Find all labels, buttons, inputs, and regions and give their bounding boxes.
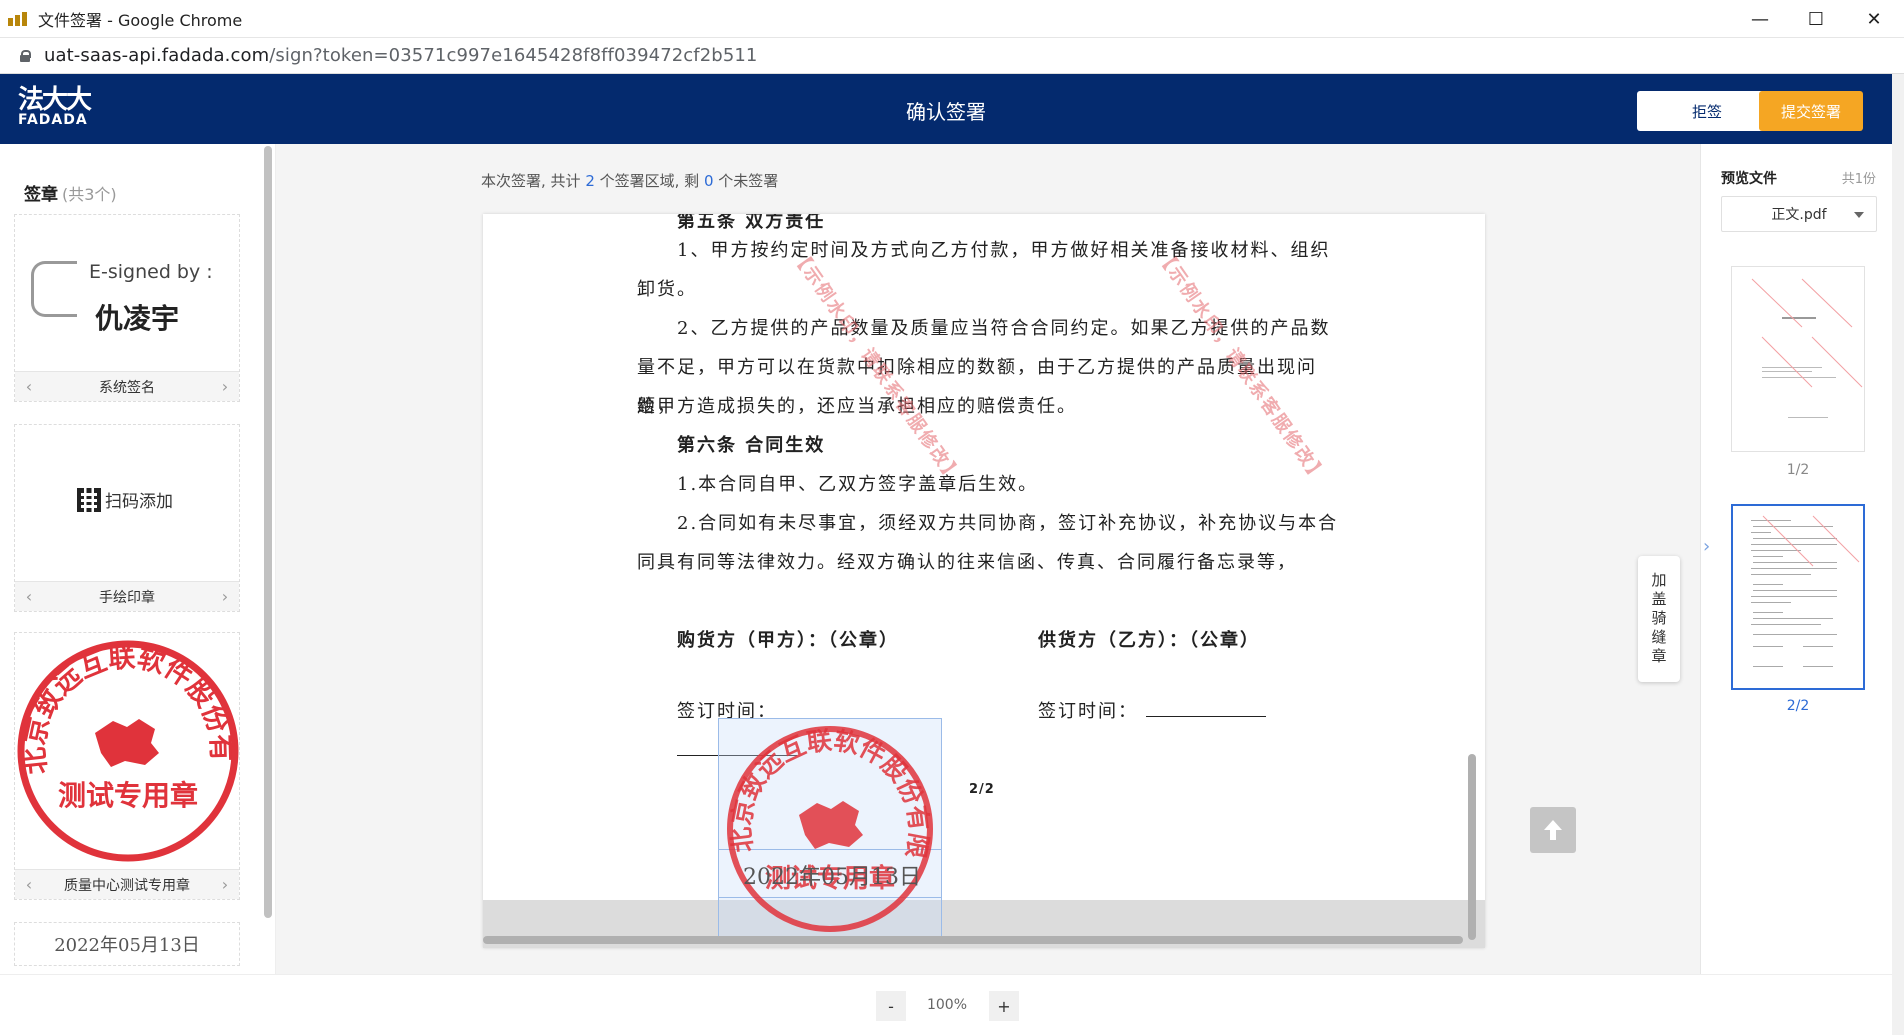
page-thumbnail-2[interactable] [1731,504,1865,690]
seal-card-label: 质量中心测试专用章 [64,877,190,894]
seal-card-quality-center[interactable]: 北京致远互联软件股份有限公司质量中心 测试专用章 ‹ 质量中心测试专用章 › [2,609,240,900]
seal-card-date[interactable]: 2022年05月13日 [14,922,240,966]
next-arrow-icon[interactable]: › [211,377,239,396]
doc-paragraph: 卸货。 [637,279,697,300]
file-select[interactable]: 正文.pdf [1721,196,1877,232]
chevron-down-icon [1854,212,1864,218]
minimize-icon[interactable]: — [1732,0,1788,38]
seal-panel-title: 签章 (共3个) [24,185,117,205]
page-scrollbar[interactable] [1892,74,1904,1035]
doc-seller-label: 供货方（乙方）：（公章） [1038,630,1260,651]
arrow-up-icon [1544,820,1562,840]
doc-paragraph: 给甲方造成损失的，还应当承担相应的赔偿责任。 [637,396,1077,417]
submit-sign-button[interactable]: 提交签署 [1759,91,1863,131]
zoom-out-button[interactable]: - [876,991,906,1021]
next-arrow-icon[interactable]: › [211,875,239,894]
document-vertical-scrollbar[interactable] [1468,754,1476,940]
doc-paragraph: 1.本合同自甲、乙双方签字盖章后生效。 [677,474,1039,495]
address-bar[interactable]: uat-saas-api.fadada.com/sign?token=03571… [0,38,1904,74]
scan-qr-add-button[interactable]: 扫码添加 [77,487,173,512]
doc-sign-time-seller: 签订时间： [1038,692,1298,731]
signature-date: 2022年05月13日 [743,865,921,890]
sign-summary: 本次签署, 共计 2 个签署区域, 剩 0 个未签署 [481,172,779,190]
window-title: 文件签署 - Google Chrome [38,10,243,30]
prev-arrow-icon[interactable]: ‹ [15,875,43,894]
qr-code-icon [77,487,101,512]
url-text[interactable]: uat-saas-api.fadada.com/sign?token=03571… [44,45,757,66]
seal-card-system-signature[interactable]: E-signed by : 仇凌宇 ‹ 系统签名 › [14,214,240,402]
page-thumbnail-label: 2/2 [1786,698,1810,714]
doc-paragraph: 同具有同等法律效力。经双方确认的往来信函、传真、合同履行备忘录等， [637,552,1297,573]
doc-paragraph: 1、甲方按约定时间及方式向乙方付款，甲方做好相关准备接收材料、组织 [677,240,1331,261]
page-title: 确认签署 [906,100,986,124]
doc-paragraph: 2、乙方提供的产品数量及质量应当符合合同约定。如果乙方提供的产品数 [677,318,1331,339]
page-thumbnail-label: 1/2 [1786,462,1810,478]
prev-arrow-icon[interactable]: ‹ [15,377,43,396]
back-to-top-button[interactable] [1530,807,1576,853]
ride-seam-seal-button[interactable]: 加盖骑缝章 [1638,556,1680,682]
document-viewer: 本次签署, 共计 2 个签署区域, 剩 0 个未签署 第五条 双方责任 1、甲方… [276,144,1700,974]
seal-card-label: 手绘印章 [99,589,155,606]
reject-button[interactable]: 拒签 [1637,91,1777,131]
seal-card-label: 系统签名 [99,379,155,396]
zoom-in-button[interactable]: + [989,991,1019,1021]
app-icon [8,11,28,26]
doc-paragraph: 2.合同如有未尽事宜，须经双方共同协商，签订补充协议，补充协议与本合 [677,513,1339,534]
page-number: 2/2 [969,782,995,797]
close-icon[interactable]: ✕ [1846,0,1902,38]
lock-icon[interactable] [20,49,31,62]
app-header: 法大大 FADADA 确认签署 拒签 提交签署 [0,74,1892,144]
left-panel-scrollbar[interactable] [264,146,272,918]
preview-count: 共1份 [1841,172,1876,187]
page-thumbnail-1[interactable] [1731,266,1865,452]
chevron-right-icon[interactable]: › [1703,536,1710,557]
signature-area[interactable]: 北京致远互联软件股份有限公司质量中心 测试专用章 2022年05月13日 [718,718,942,942]
next-arrow-icon[interactable]: › [211,587,239,606]
doc-buyer-label: 购货方（甲方）：（公章） [677,630,899,651]
document-page: 第五条 双方责任 1、甲方按约定时间及方式向乙方付款，甲方做好相关准备接收材料、… [483,214,1485,948]
svg-text:测试专用章: 测试专用章 [58,779,198,812]
prev-arrow-icon[interactable]: ‹ [15,587,43,606]
seal-card-handdrawn[interactable]: 扫码添加 ‹ 手绘印章 › [14,424,240,612]
placed-seal-image: 北京致远互联软件股份有限公司质量中心 测试专用章 [719,719,934,932]
seal-panel: 签章 (共3个) E-signed by : 仇凌宇 ‹ 系统签名 › 扫码添加 … [0,144,276,974]
preview-title: 预览文件 [1721,171,1777,187]
preview-panel: 预览文件 共1份 正文.pdf › 1/2 2/2 [1700,144,1892,974]
maximize-icon[interactable]: ☐ [1788,0,1844,38]
zoom-level: 100% [926,997,968,1013]
document-horizontal-scrollbar[interactable] [483,936,1463,944]
company-seal-image: 北京致远互联软件股份有限公司质量中心 测试专用章 [2,609,239,862]
zoom-toolbar: - 100% + [0,974,1892,1035]
browser-titlebar: 文件签署 - Google Chrome — ☐ ✕ [0,0,1904,38]
